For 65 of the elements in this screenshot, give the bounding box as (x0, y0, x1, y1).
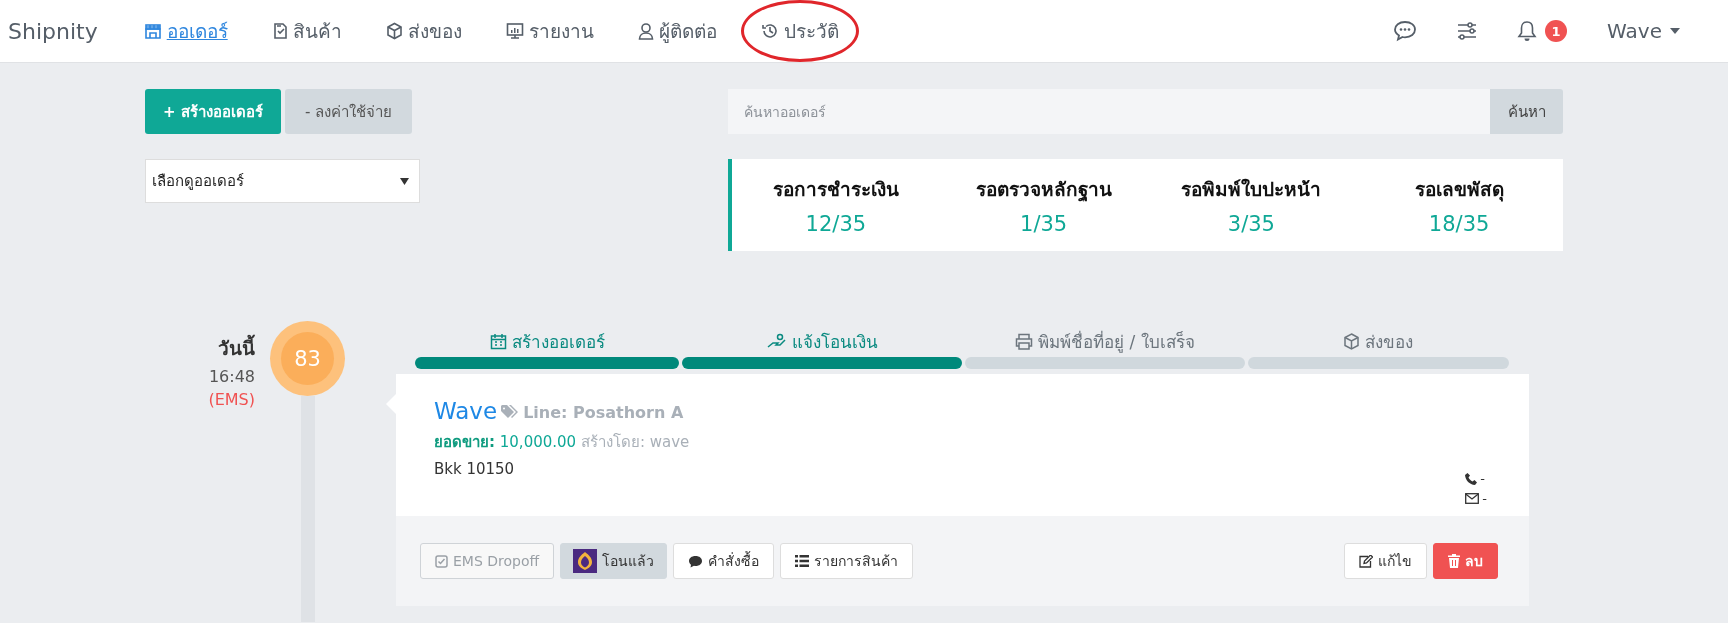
step-label: แจ้งโอนเงิน (682, 329, 962, 353)
store-icon (143, 22, 162, 40)
printer-icon (1015, 332, 1034, 350)
nav-link[interactable]: ประวัติ (760, 16, 839, 46)
checkbox-icon (435, 554, 448, 568)
carrier-label: (EMS) (208, 390, 255, 409)
stat-label: รอการชำระเงิน (772, 177, 899, 202)
edit-icon (1359, 554, 1373, 568)
sales-label: ยอดขาย: (434, 433, 495, 451)
time-label: 16:48 (208, 367, 255, 386)
stat-label: รอเลขพัสดุ (1414, 177, 1504, 204)
edit-button[interactable]: แก้ไข (1344, 543, 1427, 579)
comment-icon (688, 554, 704, 568)
chat-button[interactable] (1393, 20, 1418, 42)
search-button[interactable]: ค้นหา (1490, 89, 1563, 134)
step-label: สร้างออเดอร์ (415, 329, 680, 353)
hand-money-icon (766, 333, 787, 349)
calendar-icon (489, 332, 507, 350)
email-value: - (1482, 491, 1487, 506)
transfer-status-button[interactable]: โอนแล้ว (560, 543, 668, 579)
chat-icon (1393, 20, 1418, 42)
phone-value: - (1480, 471, 1485, 486)
created-by-label: สร้างโดย: wave (580, 433, 690, 451)
notification-badge: 1 (1545, 20, 1568, 42)
settings-button[interactable] (1457, 21, 1478, 41)
stat-label: รอตรวจหลักฐาน (975, 177, 1112, 204)
clipboard-icon (271, 22, 288, 40)
history-icon (760, 22, 779, 40)
caret-icon (1670, 28, 1680, 34)
order-number-badge: 83 (270, 321, 345, 396)
list-icon (795, 555, 810, 567)
user-menu[interactable]: Wave (1607, 19, 1680, 43)
chart-monitor-icon (505, 22, 524, 40)
product-list-button[interactable]: รายการสินค้า (780, 543, 914, 579)
nav-link[interactable]: รายงาน (505, 16, 594, 46)
address-text: Bkk 10150 (434, 460, 516, 478)
date-label: วันนี้ (218, 333, 255, 363)
phone-icon (1465, 472, 1478, 485)
trash-icon (1448, 554, 1460, 568)
tag-icon (501, 405, 520, 419)
stat-label: รอพิมพ์ใบปะหน้า (1181, 177, 1322, 202)
add-expense-button[interactable]: - ลงค่าใช้จ่าย (285, 89, 412, 134)
cube-icon (1343, 332, 1361, 350)
caret-icon (400, 177, 409, 185)
envelope-icon (1465, 493, 1480, 504)
nav-link[interactable]: ออเดอร์ (143, 16, 228, 46)
channel-label: Line: Posathorn A (523, 402, 684, 422)
order-note-button[interactable]: คำสั่งซื้อ (673, 543, 775, 579)
order-filter-dropdown[interactable]: เลือกดูออเดอร์ (145, 159, 420, 203)
search-field[interactable]: ค้นหาออเดอร์ (728, 89, 1490, 134)
step-label: พิมพ์ชื่อที่อยู่ / ใบเสร็จ (964, 329, 1245, 353)
cube-icon (385, 22, 403, 40)
sales-amount: 10,000.00 (499, 433, 577, 451)
person-icon (637, 22, 654, 40)
delete-button[interactable]: ลบ (1433, 543, 1498, 579)
bell-icon (1517, 20, 1538, 42)
nav-link[interactable]: ส่งของ (385, 16, 462, 46)
bank-logo-icon (573, 549, 598, 573)
step-label: ส่งของ (1247, 329, 1509, 353)
sliders-icon (1457, 21, 1478, 41)
nav-link[interactable]: ผู้ติดต่อ (637, 16, 717, 46)
customer-name-link[interactable]: Wave (434, 398, 498, 424)
notifications-button[interactable] (1517, 20, 1538, 42)
nav-link[interactable]: สินค้า (271, 16, 342, 46)
brand-logo[interactable]: Shipnity (8, 18, 98, 44)
